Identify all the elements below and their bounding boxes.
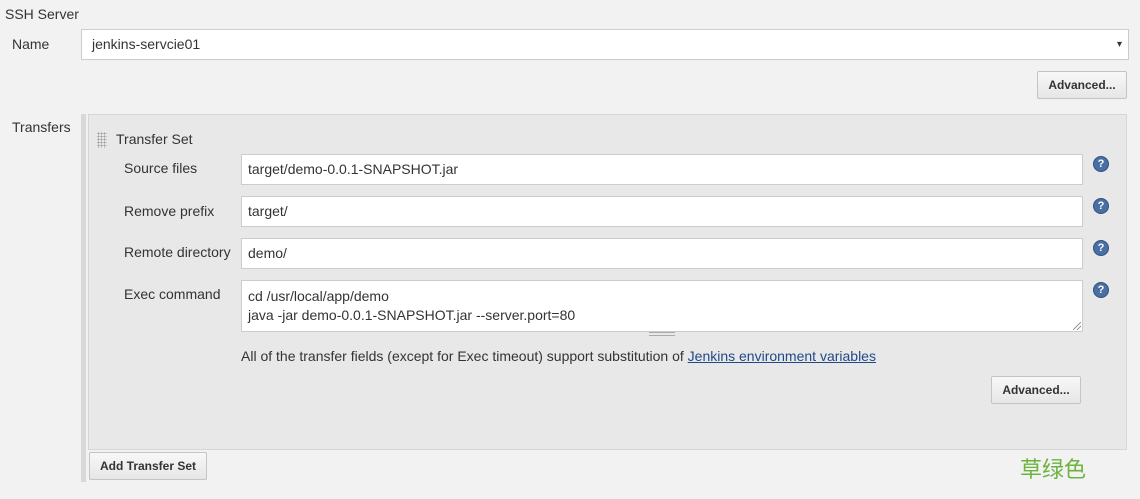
chevron-down-icon: ▾ [1116,39,1122,50]
name-label: Name [12,36,50,52]
help-icon[interactable]: ? [1093,240,1109,256]
transfers-label: Transfers [12,119,71,135]
help-icon[interactable]: ? [1093,282,1109,298]
transfer-advanced-button[interactable]: Advanced... [991,376,1081,404]
textarea-resize-grip[interactable] [649,332,675,336]
resize-corner-icon[interactable] [1073,322,1081,330]
env-vars-note-text: All of the transfer fields (except for E… [241,348,688,364]
remove-prefix-label: Remove prefix [124,203,215,219]
help-icon[interactable]: ? [1093,198,1109,214]
watermark-text: 草绿色 [1020,458,1087,483]
add-transfer-set-button[interactable]: Add Transfer Set [89,452,207,480]
exec-command-textarea[interactable]: cd /usr/local/app/demo java -jar demo-0.… [241,280,1083,332]
env-vars-note: All of the transfer fields (except for E… [241,348,876,364]
remove-prefix-input[interactable]: target/ [241,196,1083,227]
source-files-input[interactable]: target/demo-0.0.1-SNAPSHOT.jar [241,154,1083,185]
remote-directory-label: Remote directory [124,244,231,260]
source-files-label: Source files [124,160,198,176]
env-vars-link[interactable]: Jenkins environment variables [688,348,876,364]
server-advanced-button[interactable]: Advanced... [1037,71,1127,99]
drag-handle-icon[interactable] [97,132,107,148]
help-icon[interactable]: ? [1093,156,1109,172]
transfers-left-bar [81,114,86,482]
section-title: SSH Server [5,6,79,22]
name-select[interactable]: jenkins-servcie01 ▾ [81,29,1129,60]
transfer-set-title: Transfer Set [116,131,193,147]
exec-command-label: Exec command [124,286,221,302]
name-select-value: jenkins-servcie01 [92,36,201,52]
remote-directory-input[interactable]: demo/ [241,238,1083,269]
